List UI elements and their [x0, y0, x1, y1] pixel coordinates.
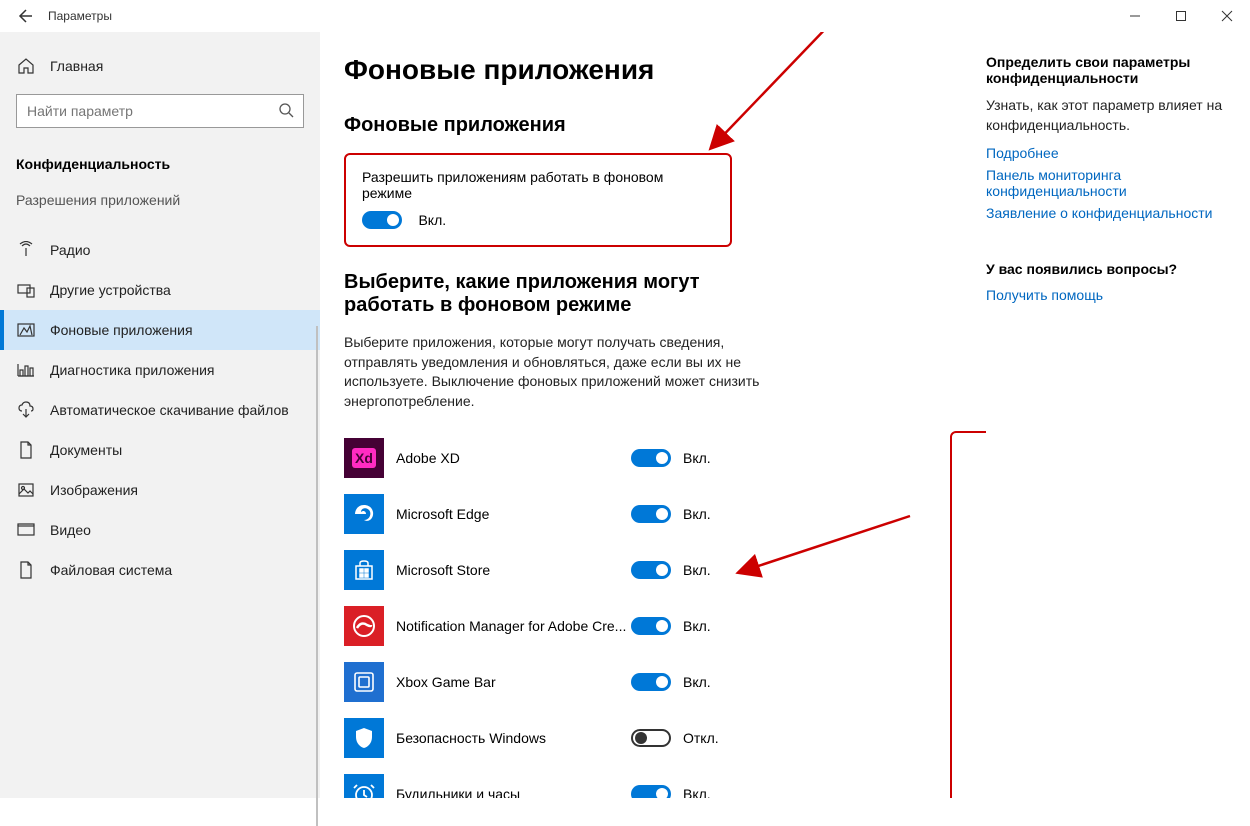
right-block1-title: Определить свои параметры конфиденциальн… [986, 54, 1232, 86]
titlebar: Параметры [0, 0, 1250, 32]
sidebar-item-label: Диагностика приложения [50, 362, 214, 378]
app-name: Adobe XD [396, 450, 631, 466]
app-name: Xbox Game Bar [396, 674, 631, 690]
app-toggle[interactable] [631, 561, 671, 579]
sidebar-item-fs[interactable]: Файловая система [0, 550, 320, 590]
app-row: Будильники и часы Вкл. [344, 766, 986, 798]
callout-toggles [950, 431, 986, 798]
right-block1-text: Узнать, как этот параметр влияет на конф… [986, 96, 1232, 135]
app-row: Безопасность Windows Откл. [344, 710, 986, 766]
app-name: Notification Manager for Adobe Cre... [396, 618, 631, 634]
app-toggle-state: Откл. [683, 730, 719, 746]
search-input[interactable] [16, 94, 304, 128]
app-icon-sec [344, 718, 384, 758]
right-block2-title: У вас появились вопросы? [986, 261, 1232, 277]
app-row: Microsoft Edge Вкл. [344, 486, 986, 542]
app-icon-clk [344, 774, 384, 798]
right-pane: Определить свои параметры конфиденциальн… [986, 32, 1250, 798]
search-wrap [16, 94, 304, 128]
scrollbar[interactable] [316, 326, 318, 826]
app-name: Microsoft Store [396, 562, 631, 578]
category-title: Конфиденциальность [0, 144, 320, 178]
minimize-button[interactable] [1112, 0, 1158, 32]
video-icon [16, 520, 36, 540]
home-icon [16, 56, 36, 76]
sidebar-item-label: Файловая система [50, 562, 172, 578]
link-privacy-dashboard[interactable]: Панель мониторинга конфиденциальности [986, 167, 1232, 199]
sidebar-item-images[interactable]: Изображения [0, 470, 320, 510]
app-list: XdAdobe XDВкл.Microsoft EdgeВкл.Microsof… [344, 430, 986, 798]
app-row: Microsoft Store Вкл. [344, 542, 986, 598]
app-row: Notification Manager for Adobe Cre... Вкл… [344, 598, 986, 654]
link-get-help[interactable]: Получить помощь [986, 287, 1232, 303]
app-toggle-state: Вкл. [683, 506, 711, 522]
app-toggle[interactable] [631, 505, 671, 523]
search-icon [278, 102, 294, 123]
window-controls [1112, 0, 1250, 32]
sidebar-item-label: Автоматическое скачивание файлов [50, 402, 289, 418]
app-toggle[interactable] [631, 673, 671, 691]
allow-bg-toggle[interactable] [362, 211, 402, 229]
app-toggle[interactable] [631, 617, 671, 635]
sidebar-item-bgapps[interactable]: Фоновые приложения [0, 310, 320, 350]
app-toggle[interactable] [631, 785, 671, 798]
sidebar-item-autodl[interactable]: Автоматическое скачивание файлов [0, 390, 320, 430]
app-toggle-state: Вкл. [683, 450, 711, 466]
link-learn-more[interactable]: Подробнее [986, 145, 1232, 161]
sidebar-item-other[interactable]: Другие устройства [0, 270, 320, 310]
section2-desc: Выберите приложения, которые могут получ… [344, 333, 764, 411]
app-toggle-state: Вкл. [683, 674, 711, 690]
back-button[interactable] [0, 0, 48, 32]
app-toggle-state: Вкл. [683, 618, 711, 634]
page-title: Фоновые приложения [344, 54, 986, 86]
sidebar-item-video[interactable]: Видео [0, 510, 320, 550]
sidebar: Главная Конфиденциальность Разрешения пр… [0, 32, 320, 798]
sidebar-item-label: Изображения [50, 482, 138, 498]
link-privacy-statement[interactable]: Заявление о конфиденциальности [986, 205, 1232, 221]
nav-list: Радио Другие устройства Фоновые приложения… [0, 230, 320, 590]
sidebar-item-label: Фоновые приложения [50, 322, 193, 338]
app-row: Xbox Game Bar Вкл. [344, 654, 986, 710]
app-name: Будильники и часы [396, 786, 631, 798]
sidebar-item-label: Документы [50, 442, 122, 458]
app-name: Безопасность Windows [396, 730, 631, 746]
images-icon [16, 480, 36, 500]
app-name: Microsoft Edge [396, 506, 631, 522]
app-toggle-state: Вкл. [683, 786, 711, 798]
sidebar-item-label: Видео [50, 522, 91, 538]
app-toggle[interactable] [631, 729, 671, 747]
app-row: Xd Adobe XD Вкл. [344, 430, 986, 486]
sidebar-item-diag[interactable]: Диагностика приложения [0, 350, 320, 390]
app-toggle-state: Вкл. [683, 562, 711, 578]
diag-icon [16, 360, 36, 380]
sidebar-item-radio[interactable]: Радио [0, 230, 320, 270]
docs-icon [16, 440, 36, 460]
content: Фоновые приложения Фоновые приложения Ра… [320, 32, 986, 798]
close-button[interactable] [1204, 0, 1250, 32]
radio-icon [16, 240, 36, 260]
autodl-icon [16, 400, 36, 420]
app-icon-edge [344, 494, 384, 534]
app-icon-xd: Xd [344, 438, 384, 478]
app-icon-store [344, 550, 384, 590]
home-label: Главная [50, 58, 103, 74]
section1-title: Фоновые приложения [344, 114, 986, 137]
window-title: Параметры [48, 9, 112, 23]
sidebar-item-label: Радио [50, 242, 90, 258]
maximize-button[interactable] [1158, 0, 1204, 32]
bgapps-icon [16, 320, 36, 340]
section2-title: Выберите, какие приложения могут работат… [344, 271, 784, 317]
app-icon-xbox [344, 662, 384, 702]
home-nav[interactable]: Главная [0, 46, 320, 86]
section-title: Разрешения приложений [0, 178, 320, 214]
other-icon [16, 280, 36, 300]
sidebar-item-label: Другие устройства [50, 282, 171, 298]
app-toggle[interactable] [631, 449, 671, 467]
callout-allow-bg: Разрешить приложениям работать в фоновом… [344, 153, 732, 247]
allow-bg-label: Разрешить приложениям работать в фоновом… [362, 169, 714, 201]
sidebar-item-docs[interactable]: Документы [0, 430, 320, 470]
app-icon-cc [344, 606, 384, 646]
fs-icon [16, 560, 36, 580]
allow-bg-state: Вкл. [418, 212, 446, 228]
